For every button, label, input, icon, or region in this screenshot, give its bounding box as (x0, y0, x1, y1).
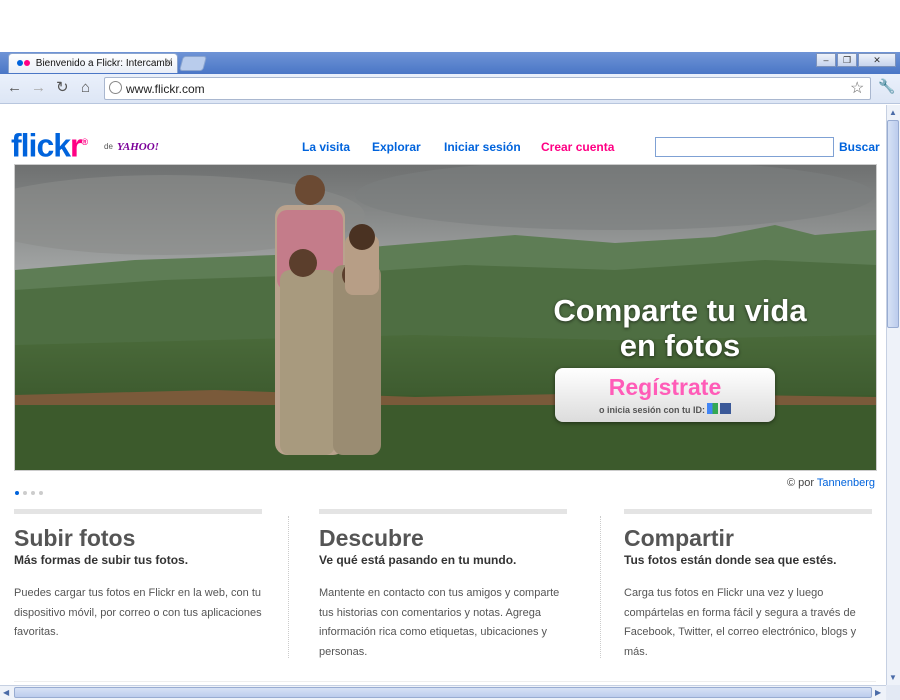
scroll-down-icon[interactable]: ▼ (889, 673, 897, 682)
carousel-dots[interactable] (15, 482, 47, 500)
url-text[interactable]: www.flickr.com (126, 82, 205, 96)
scroll-left-icon[interactable]: ◀ (3, 688, 9, 697)
logo-by-text: de (104, 142, 113, 151)
carousel-dot[interactable] (23, 491, 27, 495)
reload-icon[interactable]: ↻ (56, 80, 69, 96)
close-window-button[interactable]: ✕ (858, 53, 896, 67)
back-icon[interactable]: ← (7, 80, 22, 96)
feature-discover: Descubre Ve qué está pasando en tu mundo… (319, 509, 567, 662)
scroll-corner (886, 685, 900, 700)
bookmark-star-icon[interactable]: ☆ (850, 78, 864, 98)
vertical-scroll-thumb[interactable] (887, 120, 899, 328)
flickr-favicon-icon (17, 58, 30, 69)
column-divider (600, 516, 601, 658)
hero-banner: Comparte tu vida en fotos Regístrate o i… (14, 164, 877, 471)
nav-create-account[interactable]: Crear cuenta (541, 140, 614, 154)
signup-label: Regístrate (608, 374, 722, 400)
credit-author-link[interactable]: Tannenberg (817, 477, 875, 489)
feature-subtitle: Tus fotos están donde sea que estés. (624, 553, 837, 567)
feature-body: Carga tus fotos en Flickr una vez y lueg… (624, 587, 857, 658)
hero-tagline: Comparte tu vida en fotos (520, 293, 840, 363)
nav-explore[interactable]: Explorar (372, 140, 421, 154)
search-button[interactable]: Buscar (839, 140, 880, 154)
desktop-area (0, 0, 900, 52)
carousel-dot[interactable] (15, 491, 19, 495)
tab-title: Bienvenido a Flickr: Intercambi (35, 58, 173, 69)
feature-share: Compartir Tus fotos están donde sea que … (624, 509, 872, 662)
column-divider (288, 516, 289, 658)
feature-title: Descubre (319, 525, 424, 551)
horizontal-scroll-thumb[interactable] (14, 687, 872, 698)
feature-bar (624, 509, 872, 514)
address-bar[interactable] (104, 77, 871, 100)
feature-body: Mantente en contacto con tus amigos y co… (319, 587, 560, 658)
carousel-dot[interactable] (39, 491, 43, 495)
feature-body: Puedes cargar tus fotos en Flickr en la … (14, 587, 262, 638)
feature-subtitle: Ve qué está pasando en tu mundo. (319, 553, 517, 567)
minimize-button[interactable]: – (816, 53, 836, 67)
feature-title: Compartir (624, 525, 734, 551)
feature-upload: Subir fotos Más formas de subir tus foto… (14, 509, 262, 643)
facebook-icon[interactable] (720, 403, 731, 415)
forward-icon[interactable]: → (31, 80, 46, 96)
tab-close-icon[interactable]: × (166, 57, 172, 68)
signin-with-id-text: o inicia sesión con tu ID: (598, 405, 705, 415)
web-page: flickr® de YAHOO! La visita Explorar Ini… (0, 105, 886, 685)
photo-credit: © por Tannenberg (787, 477, 875, 489)
new-tab-button[interactable] (178, 56, 208, 71)
globe-icon (109, 81, 122, 94)
logo-flick: flick (11, 127, 71, 164)
tagline-line-1: Comparte tu vida (553, 293, 807, 328)
home-icon[interactable]: ⌂ (81, 80, 90, 96)
credit-prefix: © por (787, 477, 815, 489)
scroll-up-icon[interactable]: ▲ (889, 108, 897, 117)
nav-tour[interactable]: La visita (302, 140, 350, 154)
signup-button[interactable]: Regístrate o inicia sesión con tu ID: (555, 368, 775, 422)
feature-subtitle: Más formas de subir tus fotos. (14, 553, 189, 567)
carousel-dot[interactable] (31, 491, 35, 495)
feature-bar (319, 509, 567, 514)
search-input[interactable] (655, 137, 834, 157)
tagline-line-2: en fotos (619, 328, 741, 363)
nav-sign-in[interactable]: Iniciar sesión (444, 140, 521, 154)
scroll-right-icon[interactable]: ▶ (875, 688, 881, 697)
maximize-button[interactable]: ❐ (837, 53, 857, 67)
browser-tab[interactable]: Bienvenido a Flickr: Intercambi × (8, 53, 178, 73)
feature-bar (14, 509, 262, 514)
flickr-logo[interactable]: flickr® (11, 125, 88, 164)
wrench-menu-icon[interactable]: 🔧 (878, 78, 895, 95)
google-icon[interactable] (707, 403, 718, 415)
logo-registered: ® (81, 137, 88, 147)
feature-title: Subir fotos (14, 525, 136, 551)
bottom-divider (14, 681, 876, 682)
yahoo-logo: YAHOO! (117, 141, 159, 153)
logo-r: r (70, 127, 82, 164)
